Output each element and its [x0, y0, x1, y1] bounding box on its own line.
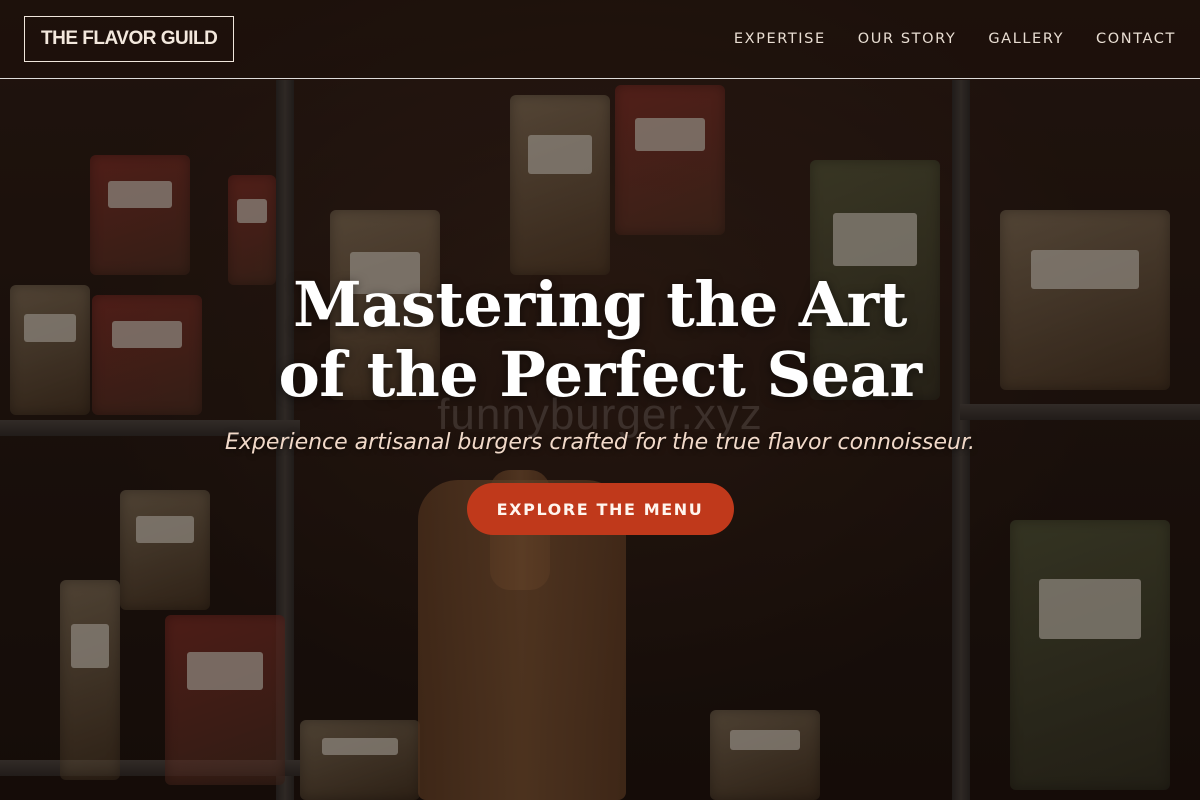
site-header: THE FLAVOR GUILD EXPERTISE OUR STORY GAL… [0, 0, 1200, 79]
hero-title-line-1: Mastering the Art [293, 268, 907, 341]
nav-link-gallery[interactable]: GALLERY [988, 31, 1064, 47]
hero-subtitle: Experience artisanal burgers crafted for… [225, 430, 975, 455]
hero-section: Mastering the Art of the Perfect Sear Ex… [0, 270, 1200, 535]
hero-title-line-2: of the Perfect Sear [278, 338, 922, 411]
explore-menu-button[interactable]: EXPLORE THE MENU [466, 483, 734, 535]
nav-link-our-story[interactable]: OUR STORY [858, 31, 957, 47]
logo[interactable]: THE FLAVOR GUILD [24, 16, 235, 62]
nav-link-expertise[interactable]: EXPERTISE [734, 31, 826, 47]
nav-link-contact[interactable]: CONTACT [1096, 31, 1176, 47]
main-nav: EXPERTISE OUR STORY GALLERY CONTACT [734, 31, 1176, 47]
hero-title: Mastering the Art of the Perfect Sear [0, 270, 1200, 410]
